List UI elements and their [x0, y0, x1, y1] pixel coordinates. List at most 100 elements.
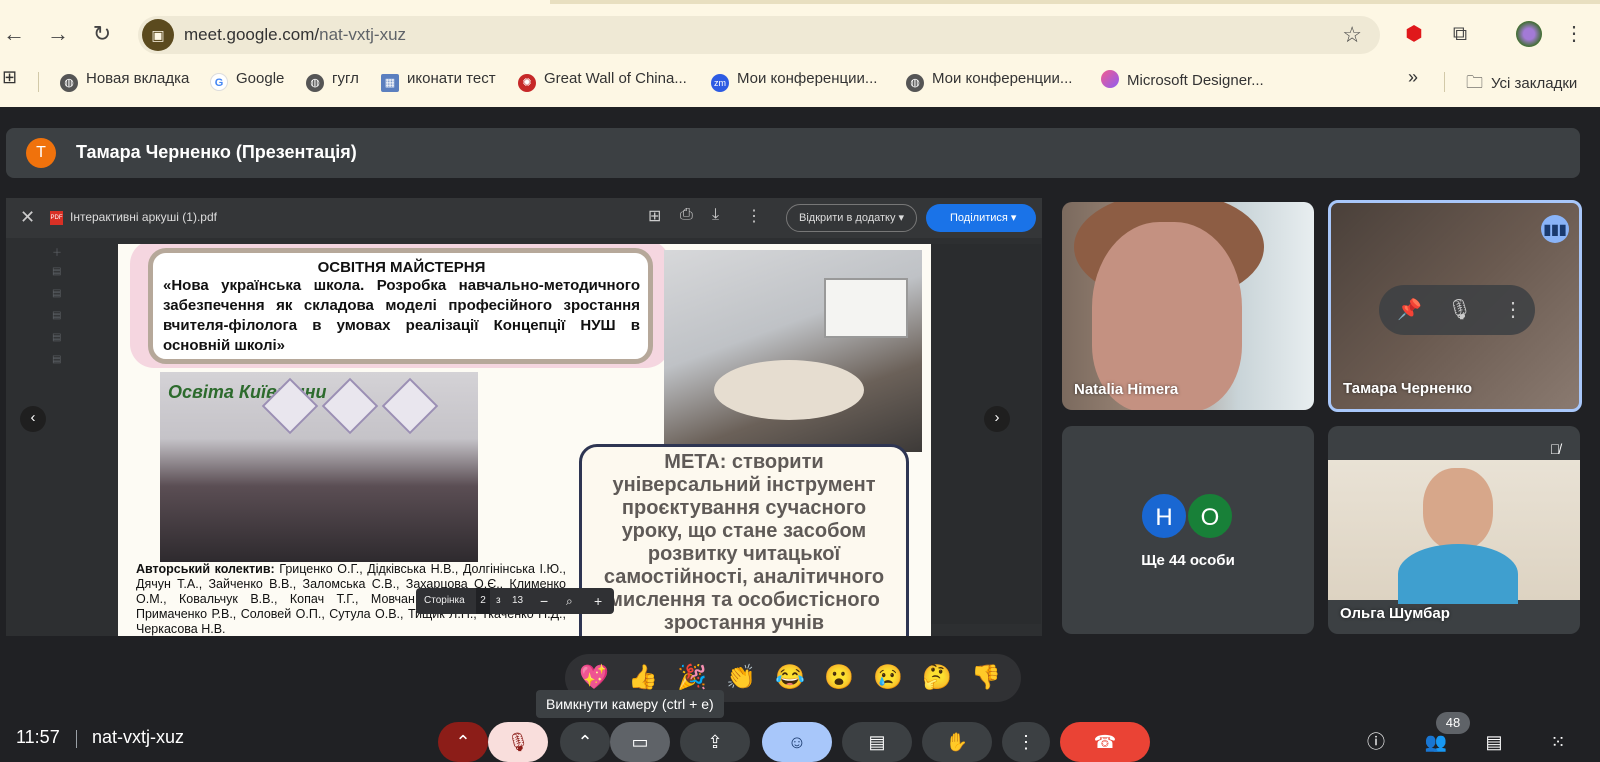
- next-page-arrow[interactable]: ›: [984, 406, 1010, 432]
- camera-options-chevron-icon[interactable]: ⌃: [560, 722, 610, 762]
- page-sep: з: [496, 595, 501, 606]
- all-bookmarks-label: Усі закладки: [1491, 75, 1578, 92]
- bookmark-star-icon[interactable]: ☆: [1342, 22, 1362, 48]
- zoom-search-icon[interactable]: ⌕: [566, 588, 573, 614]
- more-bookmarks-chevron[interactable]: »: [1408, 67, 1418, 89]
- bookmark-item[interactable]: G Google: [210, 70, 284, 92]
- bookmark-item[interactable]: ◍ Мои конференции...: [906, 70, 1072, 92]
- bookmark-item[interactable]: Microsoft Designer...: [1101, 70, 1264, 92]
- presenter-banner: T Тамара Черненко (Презентація): [6, 128, 1580, 178]
- close-icon[interactable]: ✕: [20, 207, 35, 228]
- print-icon[interactable]: ⎙: [680, 206, 693, 224]
- reaction-surprised-icon[interactable]: 😮: [824, 663, 854, 693]
- reaction-sad-icon[interactable]: 😢: [873, 663, 903, 693]
- bookmark-item[interactable]: zm Мои конференции...: [711, 70, 877, 92]
- extensions-puzzle-icon[interactable]: ⧉: [1446, 20, 1474, 48]
- zoom-out-icon[interactable]: −: [540, 588, 548, 614]
- reaction-heart-icon[interactable]: 💖: [579, 663, 609, 693]
- mic-off-icon: 🎙̸: [1549, 441, 1561, 457]
- bookmark-item[interactable]: ▦ иконати тест: [381, 70, 496, 92]
- decorative-diamond: [381, 377, 439, 435]
- tile-controls: 📌 🎙 ⋮: [1379, 285, 1535, 335]
- end-call-button[interactable]: ☎: [1060, 722, 1150, 762]
- mic-options-chevron-icon[interactable]: ⌃: [438, 722, 488, 762]
- list-item: ▤: [52, 288, 62, 299]
- reaction-laugh-icon[interactable]: 😂: [775, 663, 805, 693]
- camera-tooltip: Вимкнути камеру (ctrl + e): [536, 690, 724, 718]
- zoom-in-icon[interactable]: +: [594, 588, 602, 614]
- camera-toggle-button[interactable]: ▭: [610, 722, 670, 762]
- speaking-indicator-icon: ▮▮▮: [1541, 215, 1569, 243]
- site-icon: ▦: [381, 74, 399, 92]
- captions-button[interactable]: ▤: [842, 722, 912, 762]
- more-participants-tile[interactable]: Н О Ще 44 особи: [1062, 426, 1314, 634]
- reaction-clap-icon[interactable]: 👏: [726, 663, 756, 693]
- comment-add-icon[interactable]: ⊞: [648, 206, 661, 226]
- back-icon[interactable]: ←: [0, 20, 28, 48]
- reaction-thumbs-up-icon[interactable]: 👍: [628, 663, 658, 693]
- avatar: Н: [1140, 492, 1188, 540]
- open-in-app-button[interactable]: Відкрити в додатку ▾: [786, 204, 918, 232]
- participant-tile-olga[interactable]: 🎙̸ Ольга Шумбар: [1328, 426, 1580, 634]
- bookmark-item[interactable]: ◍ гугл: [306, 70, 359, 92]
- bookmark-label: Мои конференции...: [932, 70, 1073, 87]
- list-item: ＋: [52, 248, 62, 259]
- browser-toolbar: ← → ↻ ▣ meet.google.com/nat-vxtj-xuz ☆ ⬢…: [0, 0, 1600, 107]
- site-icon: ✺: [518, 74, 536, 92]
- decorative-diamond: [321, 377, 379, 435]
- url-text[interactable]: meet.google.com/nat-vxtj-xuz: [184, 25, 406, 45]
- reload-icon[interactable]: ↻: [88, 20, 116, 48]
- forward-icon[interactable]: →: [44, 20, 72, 48]
- chat-icon[interactable]: ▤: [1474, 722, 1514, 762]
- folder-icon: 🗀: [1466, 73, 1483, 92]
- mic-icon[interactable]: 🎙: [1447, 285, 1472, 335]
- reaction-party-icon[interactable]: 🎉: [677, 663, 707, 693]
- more-vert-icon[interactable]: ⋮: [1503, 285, 1523, 335]
- info-icon[interactable]: ⓘ: [1356, 722, 1396, 762]
- participant-name: Тамара Черненко: [1343, 380, 1473, 397]
- present-button[interactable]: ⇪: [680, 722, 750, 762]
- extension-shield-icon[interactable]: ⬢: [1400, 20, 1428, 48]
- page-label: Сторінка: [424, 595, 465, 606]
- bookmark-item[interactable]: ✺ Great Wall of China...: [518, 70, 687, 92]
- more-options-icon[interactable]: ⋮: [746, 206, 762, 226]
- url-domain: meet.google.com/: [184, 25, 320, 44]
- participant-tile-tamara[interactable]: ▮▮▮ 📌 🎙 ⋮ Тамара Черненко: [1328, 200, 1582, 412]
- profile-avatar[interactable]: [1516, 21, 1542, 47]
- meet-site-icon[interactable]: ▣: [142, 19, 174, 51]
- presenter-name: Тамара Черненко (Презентація): [76, 142, 357, 162]
- shared-screen[interactable]: ✕ PDF Інтерактивні аркуші (1).pdf ⊞ ⎙ ⤓ …: [6, 198, 1042, 636]
- reaction-thumbs-down-icon[interactable]: 👎: [971, 663, 1001, 693]
- address-bar[interactable]: ▣ meet.google.com/nat-vxtj-xuz ☆: [138, 16, 1380, 54]
- reaction-thinking-icon[interactable]: 🤔: [922, 663, 952, 693]
- share-button-label: Поділитися: [950, 212, 1008, 224]
- apps-grid-icon[interactable]: ⊞: [2, 67, 17, 89]
- page-current-input[interactable]: 2: [476, 588, 490, 614]
- group-photo: Освіта Київщини: [160, 372, 478, 562]
- activities-icon[interactable]: ⁙: [1538, 722, 1578, 762]
- drive-right-ghost: [931, 244, 1041, 624]
- share-button[interactable]: Поділитися ▾: [926, 204, 1036, 232]
- divider: [76, 730, 77, 748]
- meet-bottom-bar: 11:57 nat-vxtj-xuz ⌃ 🎙 ⌃ ▭ ⇪ ☺ ▤ ✋ ⋮ ☎ ⓘ…: [0, 722, 1600, 762]
- emoji-button[interactable]: ☺: [762, 722, 832, 762]
- raise-hand-button[interactable]: ✋: [922, 722, 992, 762]
- more-options-icon[interactable]: ⋮: [1002, 722, 1050, 762]
- slide-subtitle: «Нова українська школа. Розробка навчаль…: [163, 277, 640, 354]
- download-icon[interactable]: ⤓: [712, 206, 719, 224]
- menu-kebab-icon[interactable]: ⋮: [1560, 20, 1588, 48]
- goal-box: МЕТА: створити універсальний інструмент …: [579, 444, 909, 636]
- participant-tile-natalia[interactable]: Natalia Himera: [1062, 202, 1314, 410]
- all-bookmarks[interactable]: 🗀 Усі закладки: [1466, 70, 1577, 92]
- globe-icon: ◍: [906, 74, 924, 92]
- designer-icon: [1101, 70, 1119, 88]
- zoom-icon: zm: [711, 74, 729, 92]
- pin-icon[interactable]: 📌: [1397, 285, 1422, 335]
- prev-page-arrow[interactable]: ‹: [20, 406, 46, 432]
- bookmark-item[interactable]: ◍ Новая вкладка: [60, 70, 189, 92]
- divider: [1444, 72, 1445, 92]
- pdf-file-icon: PDF: [50, 211, 63, 225]
- mic-toggle-button[interactable]: 🎙: [488, 722, 548, 762]
- goal-text: МЕТА: створити універсальний інструмент …: [603, 451, 885, 634]
- active-tab[interactable]: [0, 0, 550, 4]
